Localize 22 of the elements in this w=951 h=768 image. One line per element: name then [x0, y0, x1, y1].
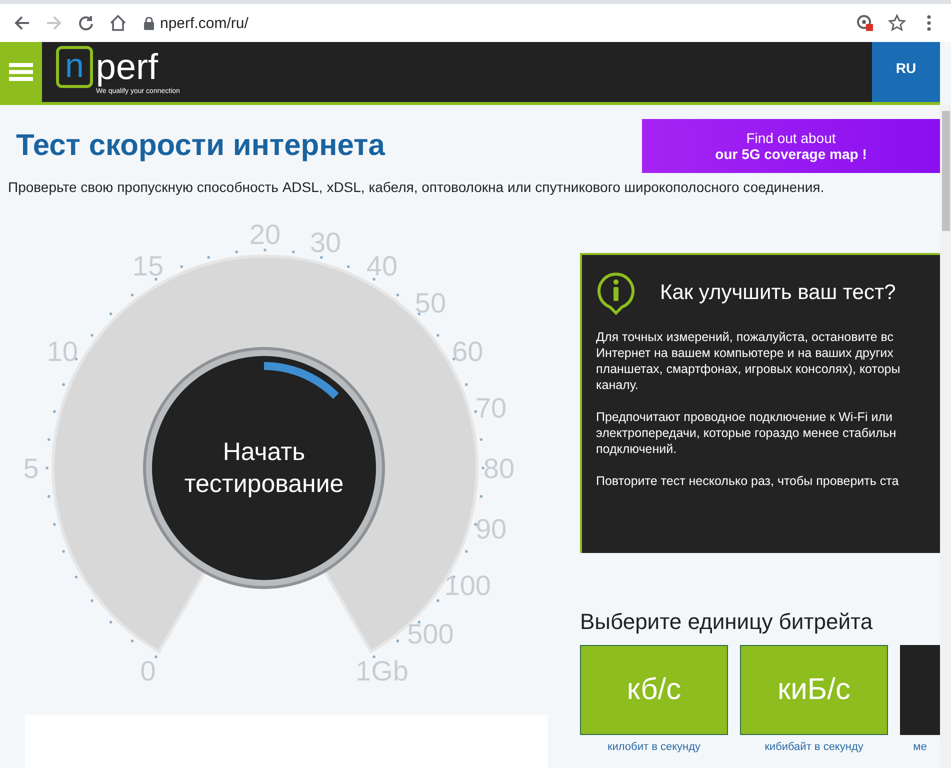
tip-text: Для точных измерений, пожалуйста, остановите вс Интернет на вашем компьютере и на ваших других планшетах, смартфонах, игровых консолях), которы каналу.: [596, 329, 902, 393]
bitrate-heading: Выберите единицу битрейта: [580, 609, 874, 635]
lock-icon: [144, 16, 154, 30]
unit-caption: ме: [913, 741, 927, 753]
tips-title: Как улучшить ваш тест?: [660, 281, 896, 305]
unit-caption: килобит в секунду: [607, 741, 701, 753]
page-title: Тест скорости интернета: [16, 129, 385, 163]
language-button[interactable]: RU: [872, 42, 940, 102]
promo-button[interactable]: Find out about our 5G coverage map !: [642, 119, 940, 173]
scale-label: 100: [444, 570, 491, 601]
info-icon: [596, 271, 636, 315]
tip-text: Предпочитают проводное подключение к Wi-Fi или электропередачи, которые гораздо менее стабильн подключений.: [596, 409, 898, 457]
tip-text: Повторите тест несколько раз, чтобы проверить ста: [596, 473, 900, 489]
home-icon: [109, 14, 127, 32]
reload-icon: [78, 15, 94, 31]
menu-icon: [9, 62, 33, 82]
page-subtitle: Проверьте свою пропускную способность ADSL, xDSL, кабеля, оптоволокна или спутникового широкополосного соединения.: [8, 179, 826, 195]
address-bar[interactable]: nperf.com/ru/: [160, 14, 248, 32]
back-arrow-icon: [14, 15, 30, 31]
scrollbar[interactable]: [940, 105, 951, 768]
unit-caption: кибибайт в секунду: [764, 741, 864, 753]
forward-arrow-icon: [46, 15, 62, 31]
